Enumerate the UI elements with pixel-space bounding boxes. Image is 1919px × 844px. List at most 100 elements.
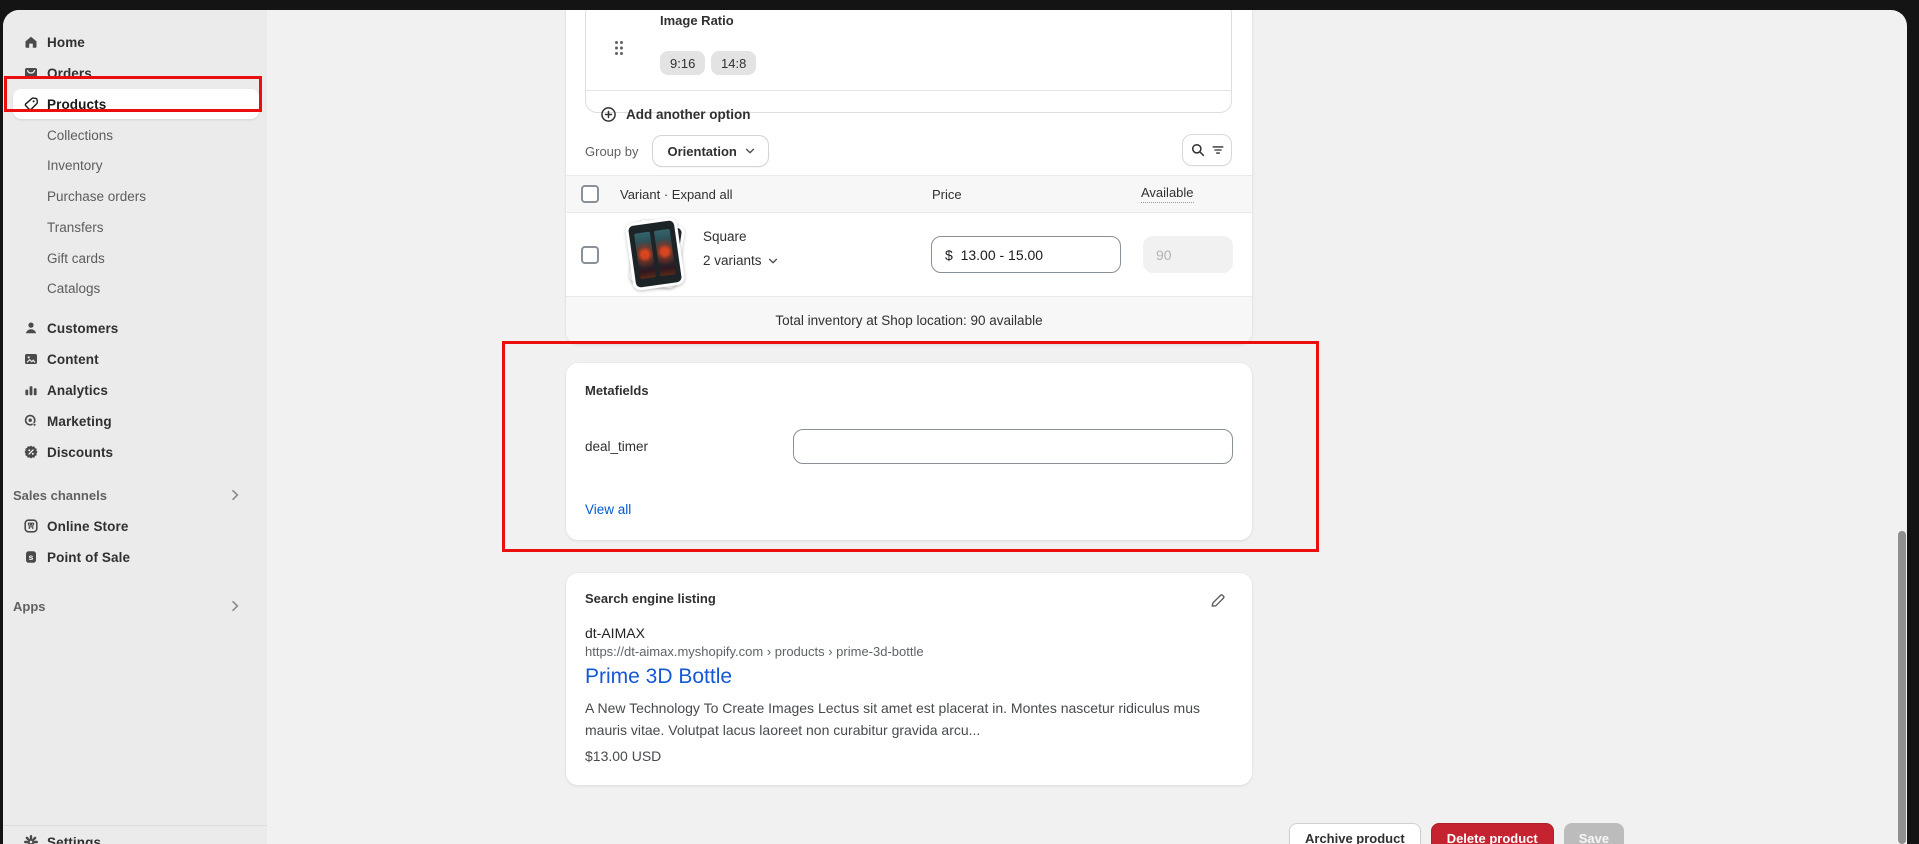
page-footer-actions: Archive product Delete product Save bbox=[1289, 823, 1624, 844]
sidebar-item-label: Settings bbox=[47, 835, 101, 844]
sidebar-item-collections[interactable]: Collections bbox=[47, 122, 113, 148]
option-value-tag[interactable]: 14:8 bbox=[711, 51, 756, 75]
marketing-icon bbox=[23, 413, 39, 429]
delete-product-button[interactable]: Delete product bbox=[1431, 823, 1554, 844]
orders-icon bbox=[23, 65, 39, 81]
sidebar-item-point-of-sale[interactable]: s Point of Sale bbox=[3, 542, 267, 572]
sidebar-subitem-label: Gift cards bbox=[47, 251, 105, 266]
content-icon bbox=[23, 351, 39, 367]
variants-card: Image Ratio 9:16 14:8 Add another option… bbox=[566, 10, 1252, 344]
sidebar-item-inventory[interactable]: Inventory bbox=[47, 152, 103, 178]
option-editor-box: Image Ratio 9:16 14:8 Add another option bbox=[585, 10, 1232, 113]
chevron-right-icon bbox=[227, 487, 243, 503]
total-inventory-footer: Total inventory at Shop location: 90 ava… bbox=[566, 296, 1252, 344]
vertical-scrollbar-thumb[interactable] bbox=[1898, 531, 1906, 844]
admin-surface: Home Orders Products Collections Invento… bbox=[3, 10, 1907, 844]
sidebar-item-customers[interactable]: Customers bbox=[3, 313, 267, 343]
add-another-option-button[interactable]: Add another option bbox=[600, 99, 750, 129]
products-tag-icon bbox=[23, 96, 39, 112]
sidebar-item-purchase-orders[interactable]: Purchase orders bbox=[47, 183, 146, 209]
sidebar-subitem-label: Purchase orders bbox=[47, 189, 146, 204]
option-value-tag[interactable]: 9:16 bbox=[660, 51, 705, 75]
home-icon bbox=[23, 34, 39, 50]
variant-group-title: Square bbox=[703, 229, 747, 244]
sidebar-item-label: Point of Sale bbox=[47, 550, 130, 565]
sidebar-item-products[interactable]: Products bbox=[3, 89, 267, 119]
option-name-label: Image Ratio bbox=[660, 13, 734, 28]
metafield-key-label: deal_timer bbox=[585, 439, 648, 454]
search-and-filter-button[interactable] bbox=[1182, 134, 1232, 166]
variant-count-label: 2 variants bbox=[703, 253, 762, 268]
chevron-down-icon bbox=[744, 145, 756, 157]
sidebar-item-catalogs[interactable]: Catalogs bbox=[47, 275, 100, 301]
sidebar-subitem-label: Catalogs bbox=[47, 281, 100, 296]
variant-table-row: Square 2 variants $ 13.00 - 15.00 90 bbox=[566, 213, 1252, 296]
sidebar-item-label: Marketing bbox=[47, 414, 112, 429]
save-button-disabled[interactable]: Save bbox=[1564, 823, 1624, 844]
filter-icon bbox=[1211, 143, 1225, 157]
search-icon bbox=[1190, 142, 1206, 158]
group-by-dropdown[interactable]: Orientation bbox=[652, 135, 768, 167]
sidebar-item-label: Analytics bbox=[47, 383, 108, 398]
sidebar-section-apps[interactable]: Apps bbox=[13, 594, 257, 618]
sidebar-item-orders[interactable]: Orders bbox=[3, 58, 267, 88]
metafields-view-all-link[interactable]: View all bbox=[585, 502, 631, 517]
section-label: Sales channels bbox=[13, 488, 107, 503]
sidebar-nav: Home Orders Products Collections Invento… bbox=[3, 10, 267, 844]
sidebar-subitem-label: Transfers bbox=[47, 220, 104, 235]
sidebar-subitem-label: Collections bbox=[47, 128, 113, 143]
drag-handle-icon[interactable] bbox=[611, 39, 627, 57]
group-by-row: Group by Orientation bbox=[585, 134, 769, 168]
sidebar-item-label: Discounts bbox=[47, 445, 113, 460]
sidebar-item-analytics[interactable]: Analytics bbox=[3, 375, 267, 405]
poster-art bbox=[654, 229, 676, 277]
seo-card-title: Search engine listing bbox=[585, 591, 716, 606]
metafields-title: Metafields bbox=[585, 383, 649, 398]
sidebar-divider bbox=[3, 825, 267, 826]
metafields-card: Metafields deal_timer View all bbox=[566, 363, 1252, 540]
sidebar-item-home[interactable]: Home bbox=[3, 27, 267, 57]
seo-description: A New Technology To Create Images Lectus… bbox=[585, 697, 1233, 741]
available-quantity-input: 90 bbox=[1143, 236, 1233, 273]
archive-product-button[interactable]: Archive product bbox=[1289, 823, 1421, 844]
sidebar-item-transfers[interactable]: Transfers bbox=[47, 214, 104, 240]
customers-icon bbox=[23, 320, 39, 336]
available-column-header: Available bbox=[1141, 185, 1194, 203]
seo-page-title-link: Prime 3D Bottle bbox=[585, 665, 732, 689]
sidebar-item-label: Customers bbox=[47, 321, 118, 336]
window-top-chrome bbox=[0, 0, 1919, 10]
sidebar-item-label: Online Store bbox=[47, 519, 128, 534]
edit-pencil-icon[interactable] bbox=[1204, 587, 1230, 613]
variant-row-checkbox[interactable] bbox=[581, 246, 599, 264]
sidebar-item-content[interactable]: Content bbox=[3, 344, 267, 374]
group-by-value: Orientation bbox=[667, 144, 736, 159]
thumbnail-front-image bbox=[625, 217, 686, 292]
chevron-right-icon bbox=[227, 598, 243, 614]
window-right-chrome bbox=[1907, 0, 1919, 844]
analytics-icon bbox=[23, 382, 39, 398]
plus-circle-icon bbox=[600, 106, 617, 123]
sidebar-item-discounts[interactable]: Discounts bbox=[3, 437, 267, 467]
group-by-label: Group by bbox=[585, 144, 638, 159]
price-range-input[interactable]: $ 13.00 - 15.00 bbox=[931, 236, 1121, 273]
section-label: Apps bbox=[13, 599, 46, 614]
sidebar-section-sales-channels[interactable]: Sales channels bbox=[13, 483, 257, 507]
sidebar-item-settings[interactable]: Settings bbox=[3, 827, 267, 844]
metafield-value-input[interactable] bbox=[793, 429, 1233, 464]
svg-text:s: s bbox=[29, 552, 34, 562]
seo-price: $13.00 USD bbox=[585, 748, 661, 764]
sidebar-item-gift-cards[interactable]: Gift cards bbox=[47, 245, 105, 271]
seo-breadcrumb-url: https://dt-aimax.myshopify.com › product… bbox=[585, 644, 924, 659]
point-of-sale-icon: s bbox=[23, 549, 39, 565]
variant-table-header: Variant · Expand all Price Available bbox=[566, 175, 1252, 213]
variant-column-header[interactable]: Variant · Expand all bbox=[620, 187, 733, 202]
variant-expand-toggle[interactable]: 2 variants bbox=[703, 253, 779, 268]
settings-gear-icon bbox=[23, 834, 39, 844]
sidebar-item-marketing[interactable]: Marketing bbox=[3, 406, 267, 436]
sidebar-item-label: Orders bbox=[47, 66, 92, 81]
sidebar-item-online-store[interactable]: Online Store bbox=[3, 511, 267, 541]
online-store-icon bbox=[23, 518, 39, 534]
price-column-header: Price bbox=[932, 187, 962, 202]
select-all-checkbox[interactable] bbox=[581, 185, 599, 203]
variant-thumbnail[interactable] bbox=[617, 218, 695, 294]
